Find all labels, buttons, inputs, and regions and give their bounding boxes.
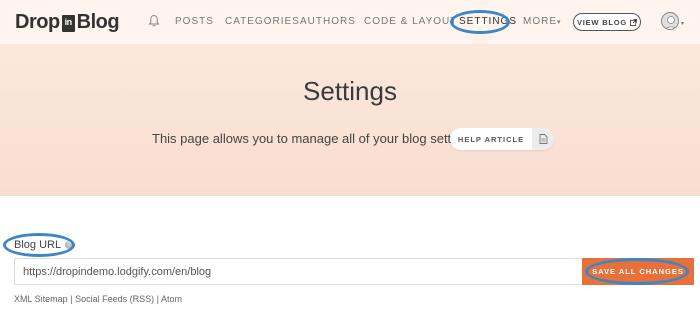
nav-posts[interactable]: POSTS: [175, 16, 214, 28]
page-description: This page allows you to manage all of yo…: [152, 131, 479, 146]
nav-code-layout[interactable]: CODE & LAYOUT: [364, 16, 457, 28]
page-title: Settings: [303, 76, 397, 106]
help-article-button[interactable]: HELP ARTICLE: [450, 128, 554, 150]
logo-text-blog: Blog: [76, 10, 120, 33]
feed-links: XML Sitemap | Social Feeds (RSS) | Atom: [14, 294, 182, 304]
avatar-chevron-down-icon[interactable]: ▾: [681, 20, 684, 27]
document-icon: [532, 128, 554, 150]
nav-more-label: MORE: [523, 16, 557, 27]
logo-text-drop: Drop: [15, 10, 60, 33]
atom-link[interactable]: Atom: [161, 294, 182, 304]
external-link-icon: [630, 18, 638, 26]
nav-more[interactable]: MORE▾: [523, 16, 562, 29]
nav-categories[interactable]: CATEGORIES: [225, 16, 300, 28]
view-blog-label: VIEW BLOG: [576, 17, 628, 27]
view-blog-button[interactable]: VIEW BLOG: [573, 13, 641, 31]
bell-icon[interactable]: [148, 14, 160, 28]
blog-url-input[interactable]: [14, 258, 582, 285]
xml-sitemap-link[interactable]: XML Sitemap: [14, 294, 68, 304]
hero-banner: [0, 44, 700, 196]
chevron-down-icon: ▾: [557, 19, 562, 26]
blog-url-highlight-annotation: [3, 233, 75, 257]
dropinblog-logo[interactable]: Drop in Blog: [15, 10, 120, 34]
social-feeds-link[interactable]: Social Feeds (RSS): [75, 294, 154, 304]
user-avatar-icon[interactable]: [661, 12, 679, 30]
link-separator: |: [70, 294, 73, 304]
logo-in-badge: in: [61, 14, 75, 32]
nav-authors[interactable]: AUTHORS: [300, 16, 356, 28]
help-article-label: HELP ARTICLE: [457, 134, 525, 144]
link-separator: |: [156, 294, 159, 304]
save-button-highlight-annotation: [585, 258, 689, 285]
settings-highlight-annotation: [450, 10, 510, 34]
